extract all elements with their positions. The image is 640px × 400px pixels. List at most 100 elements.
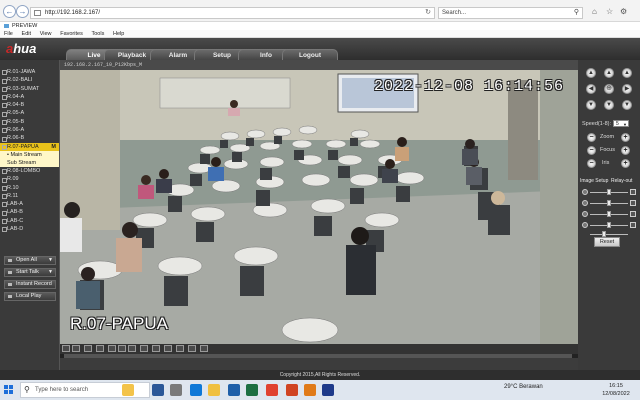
ptz-up-left-icon[interactable]: ▲ (586, 68, 596, 78)
multi-screen-icon[interactable] (176, 345, 184, 352)
favorites-icon[interactable]: ☆ (606, 7, 613, 16)
start-talk-button[interactable]: Start Talk ▼ (4, 268, 56, 277)
tab-relay-out[interactable]: Relay-out (611, 178, 632, 184)
powerpoint-icon[interactable] (286, 384, 298, 396)
iris-out-button[interactable]: − (587, 159, 596, 168)
channel-item[interactable]: R.09 (0, 175, 59, 183)
slider-knob[interactable] (607, 189, 611, 195)
slider-reset-icon[interactable] (630, 200, 636, 206)
brightness-slider[interactable] (582, 188, 636, 196)
layout-1-icon[interactable] (62, 345, 70, 352)
menu-view[interactable]: View (40, 30, 52, 38)
slider-knob[interactable] (607, 200, 611, 206)
chevron-down-icon[interactable]: ▼ (48, 269, 53, 276)
channel-item-selected[interactable]: R.07-PAPUA M (0, 142, 59, 151)
task-view-icon[interactable] (152, 384, 164, 396)
ratio-icon[interactable] (108, 345, 116, 352)
refresh-icon[interactable]: ↻ (425, 8, 431, 18)
chrome-icon[interactable] (266, 384, 278, 396)
fluency-icon[interactable] (118, 345, 126, 352)
focus-out-button[interactable]: − (587, 146, 596, 155)
windows-start-icon[interactable] (4, 385, 14, 395)
snapshot-icon[interactable] (128, 345, 136, 352)
live-video-feed[interactable]: 2022-12-08 16:14:56 R.07-PAPUA (60, 70, 578, 344)
saturation-slider[interactable] (582, 221, 636, 229)
app-icon[interactable] (304, 384, 316, 396)
hue-slider[interactable] (582, 210, 636, 218)
speed-select[interactable]: 5 ▼ (613, 120, 629, 127)
channel-item[interactable]: R.04-B (0, 101, 59, 109)
instant-record-button[interactable]: Instant Record (4, 280, 56, 289)
focus-in-button[interactable]: + (621, 146, 630, 155)
channel-item[interactable]: R.05-B (0, 118, 59, 126)
channel-item[interactable]: R.08-LOMBO (0, 167, 59, 175)
tab-image-setup[interactable]: Image Setup (580, 178, 608, 184)
channel-item[interactable]: R.05-A (0, 109, 59, 118)
gamma-slider[interactable] (582, 230, 636, 237)
channel-item[interactable]: R.01-JAWA (0, 68, 59, 76)
forward-icon[interactable]: → (16, 5, 29, 18)
layout-9-icon[interactable] (84, 345, 92, 352)
channel-item[interactable]: LAB-B (0, 208, 59, 217)
sound-icon[interactable] (200, 345, 208, 352)
zoom-icon[interactable] (152, 345, 160, 352)
audio-icon[interactable] (164, 345, 172, 352)
ptz-down-right-icon[interactable]: ▼ (622, 100, 632, 110)
browser-tab[interactable]: PREVIEW (2, 22, 43, 30)
close-all-icon[interactable] (188, 345, 196, 352)
chevron-down-icon[interactable]: ▼ (48, 257, 53, 264)
channel-item[interactable]: R.03-SUMAT (0, 85, 59, 93)
gear-icon[interactable]: ⚙ (620, 7, 627, 16)
record-icon[interactable] (140, 345, 148, 352)
open-all-button[interactable]: Open All ▼ (4, 256, 56, 265)
channel-item[interactable]: R.06-B (0, 134, 59, 142)
ptz-up-icon[interactable]: ▲ (604, 68, 614, 78)
channel-item[interactable]: LAB-A (0, 200, 59, 208)
iris-in-button[interactable]: + (621, 159, 630, 168)
channel-item[interactable]: R.02-BALI (0, 76, 59, 84)
scrollbar-thumb[interactable] (64, 354, 572, 358)
ptz-down-icon[interactable]: ▼ (604, 100, 614, 110)
weather-widget[interactable]: 29°C Berawan (504, 384, 543, 390)
channel-item[interactable]: LAB-C (0, 217, 59, 225)
ptz-left-icon[interactable]: ◀ (586, 84, 596, 94)
file-explorer-icon[interactable] (208, 384, 220, 396)
local-play-button[interactable]: Local Play (4, 292, 56, 301)
ptz-up-right-icon[interactable]: ▲ (622, 68, 632, 78)
contrast-slider[interactable] (582, 199, 636, 207)
ie-icon[interactable] (322, 384, 334, 396)
main-stream-option[interactable]: • Main Stream (0, 150, 59, 159)
slider-reset-icon[interactable] (630, 222, 636, 228)
menu-tools[interactable]: Tools (92, 30, 105, 38)
channel-item[interactable]: R.10 (0, 184, 59, 192)
sub-stream-option[interactable]: Sub Stream (0, 158, 59, 167)
menu-favorites[interactable]: Favorites (60, 30, 83, 38)
back-icon[interactable]: ← (3, 5, 16, 18)
search-icon[interactable]: ⚲ (574, 8, 579, 18)
menu-help[interactable]: Help (113, 30, 124, 38)
channel-item[interactable]: R.06-A (0, 126, 59, 134)
slider-knob[interactable] (607, 211, 611, 217)
slider-knob[interactable] (607, 222, 611, 228)
tab-logout[interactable]: Logout (282, 49, 338, 60)
home-icon[interactable]: ⌂ (592, 7, 597, 16)
zoom-out-button[interactable]: − (587, 133, 596, 142)
app-icon[interactable] (170, 384, 182, 396)
layout-4-icon[interactable] (72, 345, 80, 352)
browser-search-input[interactable]: Search... ⚲ (438, 7, 583, 19)
channel-item[interactable]: R.04-A (0, 93, 59, 101)
ptz-down-left-icon[interactable]: ▼ (586, 100, 596, 110)
channel-item[interactable]: R.11 (0, 192, 59, 200)
slider-reset-icon[interactable] (630, 211, 636, 217)
slider-reset-icon[interactable] (630, 189, 636, 195)
menu-edit[interactable]: Edit (22, 30, 31, 38)
channel-item[interactable]: LAB-D (0, 225, 59, 233)
edge-icon[interactable] (190, 384, 202, 396)
ptz-right-icon[interactable]: ▶ (622, 84, 632, 94)
word-icon[interactable] (228, 384, 240, 396)
horizontal-scrollbar[interactable] (60, 354, 578, 358)
menu-file[interactable]: File (4, 30, 13, 38)
fullscreen-icon[interactable] (96, 345, 104, 352)
ptz-auto-icon[interactable]: ⊕ (604, 84, 614, 94)
zoom-in-button[interactable]: + (621, 133, 630, 142)
